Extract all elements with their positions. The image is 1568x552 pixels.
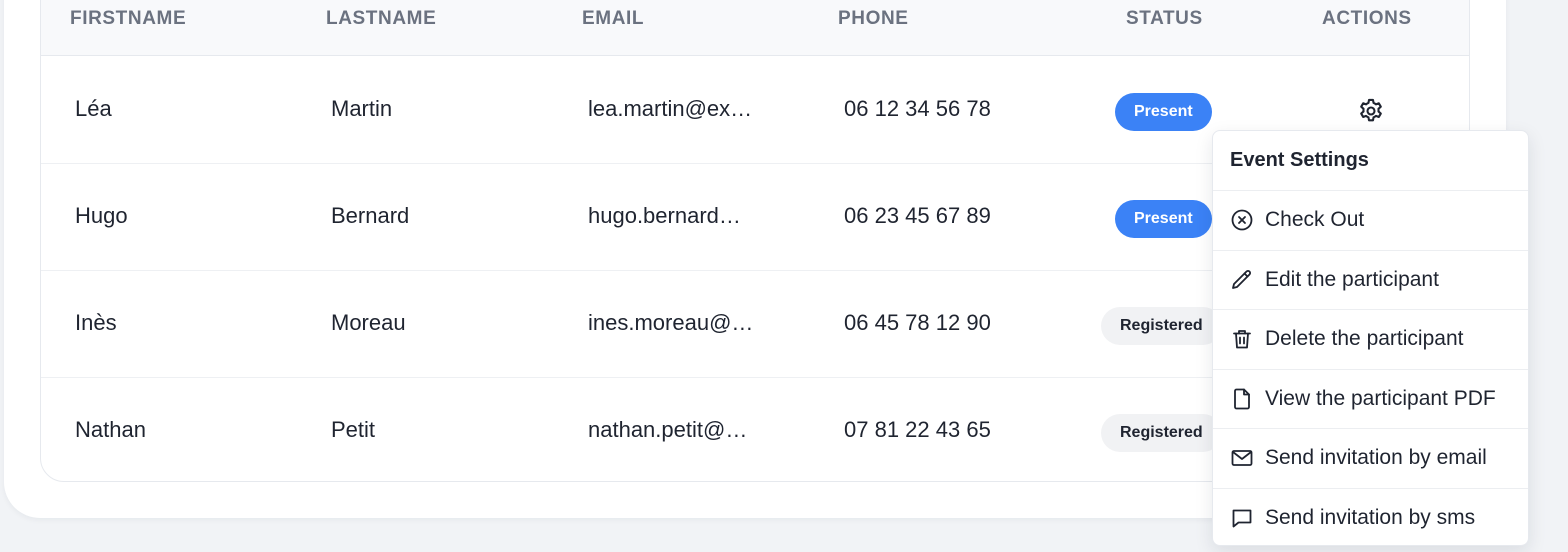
gear-icon[interactable]	[1357, 97, 1385, 125]
column-header-email[interactable]: EMAIL	[582, 8, 644, 30]
file-icon	[1234, 388, 1250, 410]
cell-phone: 07 81 22 43 65	[844, 417, 991, 442]
cell-email: nathan.petit@…	[588, 417, 748, 442]
menu-item-label: Delete the participant	[1265, 327, 1464, 351]
cell-lastname: Moreau	[331, 310, 406, 335]
menu-item-label: Check Out	[1265, 208, 1365, 232]
cell-firstname: Inès	[75, 310, 117, 335]
menu-item-view-pdf[interactable]: View the participant PDF	[1213, 370, 1528, 429]
cell-firstname: Léa	[75, 96, 112, 121]
menu-item-label: Edit the participant	[1265, 267, 1439, 291]
table-header: FIRSTNAME LASTNAME EMAIL PHONE STATUS AC…	[41, 0, 1469, 56]
status-badge: Registered	[1101, 307, 1222, 345]
status-badge: Present	[1115, 93, 1212, 131]
pencil-icon	[1232, 269, 1251, 289]
menu-item-label: Send invitation by email	[1265, 446, 1487, 470]
menu-item-delete-participant[interactable]: Delete the participant	[1213, 310, 1528, 370]
column-header-lastname[interactable]: LASTNAME	[326, 8, 436, 30]
menu-item-label: View the participant PDF	[1265, 386, 1496, 410]
trash-icon	[1233, 330, 1251, 349]
event-settings-dropdown: Event Settings Check Out Edit the partic…	[1212, 130, 1529, 546]
cell-phone: 06 23 45 67 89	[844, 203, 991, 228]
x-circle-icon	[1231, 209, 1253, 231]
cell-lastname: Bernard	[331, 203, 410, 228]
cell-email: ines.moreau@…	[588, 310, 754, 335]
status-badge: Present	[1115, 200, 1212, 238]
cell-email: hugo.bernard…	[588, 203, 741, 228]
cell-lastname: Petit	[331, 417, 376, 442]
dropdown-title: Event Settings	[1213, 131, 1528, 191]
cell-email: lea.martin@ex…	[588, 96, 753, 121]
column-header-phone[interactable]: PHONE	[838, 8, 909, 30]
menu-item-send-sms[interactable]: Send invitation by sms	[1213, 489, 1528, 549]
mail-icon	[1231, 450, 1253, 467]
column-header-actions: ACTIONS	[1322, 8, 1412, 29]
menu-item-check-out[interactable]: Check Out	[1213, 191, 1528, 251]
status-badge: Registered	[1101, 414, 1222, 452]
cell-phone: 06 45 78 12 90	[844, 310, 991, 335]
menu-item-send-email[interactable]: Send invitation by email	[1213, 429, 1528, 489]
menu-item-label: Send invitation by sms	[1265, 506, 1476, 530]
cell-lastname: Martin	[331, 96, 393, 121]
cell-firstname: Hugo	[75, 203, 128, 228]
menu-item-edit-participant[interactable]: Edit the participant	[1213, 251, 1528, 310]
message-icon	[1232, 509, 1252, 528]
column-header-firstname[interactable]: FIRSTNAME	[70, 8, 186, 30]
column-header-status[interactable]: STATUS	[1126, 8, 1203, 30]
cell-phone: 06 12 34 56 78	[844, 96, 991, 121]
cell-firstname: Nathan	[75, 417, 146, 442]
